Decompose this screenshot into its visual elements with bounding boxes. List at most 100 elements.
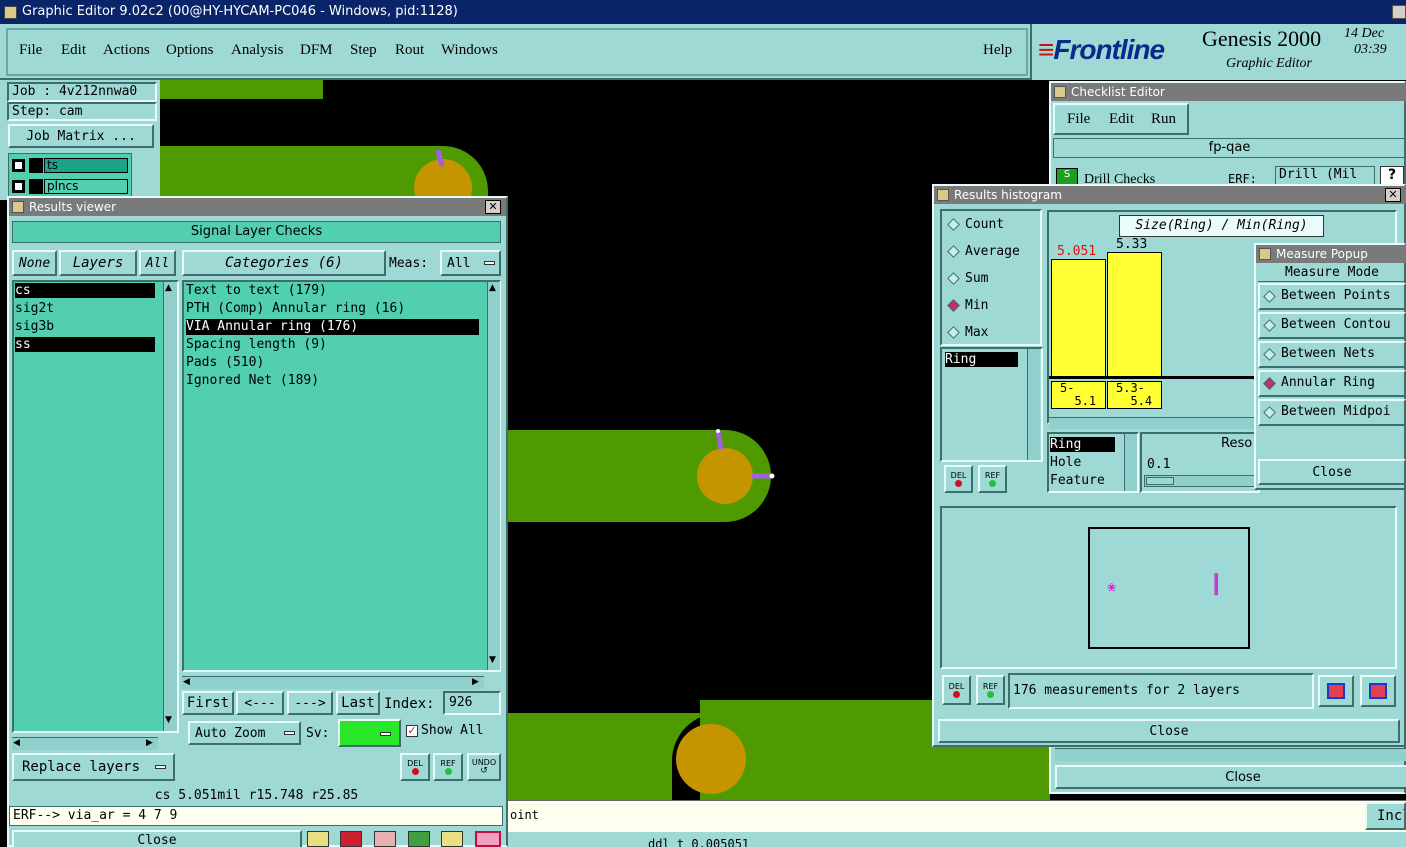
ref-button[interactable]: REF [433,753,463,781]
scroll-right-arrow-icon[interactable]: ▶ [472,677,479,687]
help-icon[interactable]: ? [1380,166,1404,186]
histogram-bar[interactable] [1107,252,1162,377]
show-all-checkbox[interactable]: ✓ [406,725,418,737]
menu-actions[interactable]: Actions [103,42,150,59]
results-viewer-close-button[interactable]: Close [12,830,302,847]
list-item[interactable]: Hole [1050,455,1081,470]
list-item[interactable]: Feature [1050,473,1105,488]
layer-row[interactable]: ts [12,158,128,173]
all-layers-button[interactable]: All [139,250,176,276]
last-button[interactable]: Last [336,691,380,715]
highlight-tool-icon[interactable] [340,831,362,847]
categories-button[interactable]: Categories (6) [182,250,386,276]
index-input[interactable]: 926 [443,691,501,715]
mode-radio[interactable] [1263,290,1276,303]
list-item[interactable]: Text to text (179) [186,283,327,299]
zoom-all-button[interactable] [1360,675,1396,707]
histogram-close-button[interactable]: Close [938,719,1400,743]
mode-radio[interactable] [1263,406,1276,419]
first-button[interactable]: First [182,691,234,715]
measure-mode-option[interactable]: Between Nets [1258,341,1406,368]
scroll-left-arrow-icon[interactable]: ◀ [183,677,190,687]
list-item[interactable]: Spacing length (9) [186,337,327,353]
del-button[interactable]: DEL [400,753,430,781]
measure-mode-option[interactable]: Between Contou [1258,312,1406,339]
layer-checkbox[interactable] [12,180,25,193]
slider-thumb[interactable] [1146,477,1174,485]
measure-tool-icon[interactable] [408,831,430,847]
measure-mode-option[interactable]: Between Points [1258,283,1406,310]
scroll-up-arrow-icon[interactable]: ▲ [165,283,172,293]
checklist-menu-edit[interactable]: Edit [1109,111,1134,128]
menu-step[interactable]: Step [350,42,377,59]
layer-row[interactable]: plncs [12,179,128,194]
scroll-down-arrow-icon[interactable]: ▼ [165,715,172,725]
field-list-scrollbar[interactable] [1124,434,1137,491]
histogram-bar[interactable] [1051,259,1106,377]
mode-radio[interactable] [1263,348,1276,361]
histogram-del-button[interactable]: DEL [944,465,973,493]
mode-radio[interactable] [1263,319,1276,332]
menu-analysis[interactable]: Analysis [231,42,284,59]
undo-button[interactable]: UNDO ↺ [467,753,501,781]
list-item[interactable]: sig2t [15,301,155,316]
menu-file[interactable]: File [19,42,42,59]
list-item[interactable]: sig3b [15,319,155,334]
list-item[interactable]: Pads (510) [186,355,264,371]
list-item[interactable]: PTH (Comp) Annular ring (16) [186,301,405,317]
layers-button[interactable]: Layers [59,250,137,276]
list-item[interactable]: Ignored Net (189) [186,373,319,389]
map-del-button[interactable]: DEL [942,675,971,705]
clear-tool-icon[interactable] [374,831,396,847]
scroll-down-arrow-icon[interactable]: ▼ [489,655,496,665]
categories-horizontal-scrollbar[interactable]: ◀ ▶ [182,676,484,689]
scroll-up-arrow-icon[interactable]: ▲ [489,283,496,293]
close-icon[interactable]: ✕ [485,200,501,214]
zoom-to-result-button[interactable] [1318,675,1354,707]
checklist-horizontal-scrollbar[interactable] [1055,748,1406,761]
checklist-menu-run[interactable]: Run [1151,111,1176,128]
report-tool-icon[interactable] [441,831,463,847]
mode-radio[interactable] [1263,377,1276,390]
map-ref-button[interactable]: REF [976,675,1005,705]
list-item[interactable]: cs [15,283,155,298]
scroll-right-arrow-icon[interactable]: ▶ [146,738,153,748]
list-item[interactable]: Ring [945,352,1018,367]
layer-checkbox[interactable] [12,159,25,172]
scroll-left-arrow-icon[interactable]: ◀ [13,738,20,748]
severity-dropdown[interactable] [338,719,401,747]
layers-horizontal-scrollbar[interactable]: ◀ ▶ [12,737,158,750]
checklist-close-button[interactable]: Close [1055,765,1406,789]
attribute-list-scrollbar[interactable] [1027,349,1040,460]
menu-dfm[interactable]: DFM [300,42,333,59]
menu-windows[interactable]: Windows [441,42,498,59]
histogram-tool-icon[interactable] [475,831,501,847]
resolution-slider[interactable] [1144,475,1256,487]
measure-mode-option[interactable]: Between Midpoi [1258,399,1406,426]
none-button[interactable]: None [12,250,57,276]
replace-layers-dropdown[interactable]: Replace layers [12,753,175,781]
menu-help[interactable]: Help [983,42,1012,59]
histogram-ref-button[interactable]: REF [978,465,1007,493]
list-item[interactable]: ss [15,337,155,352]
list-item[interactable]: Ring [1050,437,1115,452]
menu-edit[interactable]: Edit [61,42,86,59]
menu-rout[interactable]: Rout [395,42,424,59]
measure-popup-close-button[interactable]: Close [1258,459,1406,485]
checklist-menu-file[interactable]: File [1067,111,1090,128]
meas-dropdown[interactable]: All [440,250,501,276]
window-minimize-button[interactable] [1392,5,1406,19]
list-item[interactable]: VIA Annular ring (176) [186,319,479,335]
close-icon[interactable]: ✕ [1385,188,1401,202]
incl-button[interactable]: Incl [1365,802,1406,830]
previous-button[interactable]: <--- [236,691,284,715]
next-button[interactable]: ---> [287,691,333,715]
auto-zoom-dropdown[interactable]: Auto Zoom [188,721,301,745]
job-matrix-button[interactable]: Job Matrix ... [8,124,154,148]
measure-mode-option[interactable]: Annular Ring [1258,370,1406,397]
command-line[interactable]: ERF--> via_ar = 4 7 9 [9,806,503,826]
layers-vertical-scrollbar[interactable]: ▲ ▼ [163,282,177,731]
menu-options[interactable]: Options [166,42,214,59]
pointer-tool-icon[interactable] [307,831,329,847]
categories-vertical-scrollbar[interactable]: ▲ ▼ [487,282,500,670]
